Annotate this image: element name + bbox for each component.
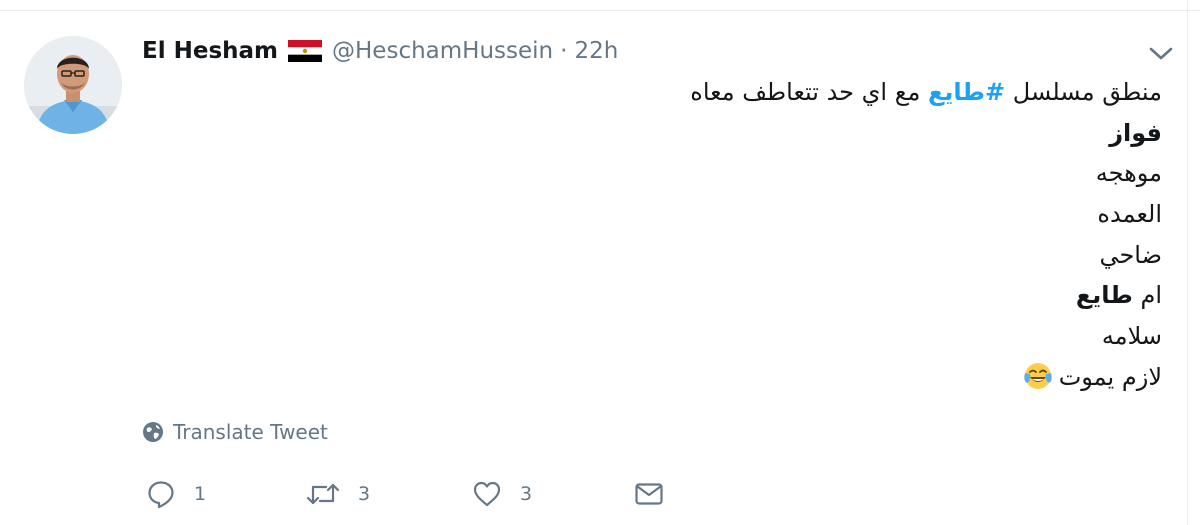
text-segment: ام: [1132, 281, 1162, 310]
face-with-tears-of-joy-icon: [1024, 362, 1052, 389]
heart-icon: [473, 481, 501, 507]
egypt-flag-icon: [288, 40, 323, 62]
globe-icon: [143, 422, 163, 442]
text-segment: مع اي حد تتعاطف معاه: [690, 78, 928, 106]
envelope-icon: [635, 483, 663, 505]
text-segment: منطق مسلسل: [1005, 78, 1162, 106]
chevron-down-icon[interactable]: [1148, 40, 1174, 66]
tweet-text: منطق مسلسل #طايع مع اي حد تتعاطف معاه فو…: [602, 72, 1162, 398]
tweet-header: El Hesham @HeschamHussein · 22h: [142, 34, 618, 68]
tweet-card[interactable]: El Hesham @HeschamHussein · 22h منطق مسل…: [0, 0, 1200, 525]
reply-count: 1: [194, 483, 207, 505]
reply-icon: [148, 481, 174, 509]
divider: [0, 10, 1200, 11]
tweet-line: منطق مسلسل #طايع مع اي حد تتعاطف معاه: [602, 72, 1162, 113]
tweet-line: ام طايع: [602, 275, 1162, 316]
avatar[interactable]: [24, 36, 122, 134]
tweet-line: موهجه: [1095, 159, 1162, 188]
divider: [1187, 0, 1188, 525]
separator-dot: ·: [560, 38, 568, 64]
translate-label: Translate Tweet: [173, 420, 328, 444]
retweet-icon: [306, 483, 340, 505]
tweet-line: العمده: [1097, 200, 1162, 229]
display-name[interactable]: El Hesham: [142, 38, 278, 64]
tweet-line: ضاحي: [1099, 240, 1162, 269]
text-segment: لازم يموت: [1058, 362, 1162, 391]
tweet-line: فواز: [1109, 118, 1162, 147]
translate-tweet-link[interactable]: Translate Tweet: [142, 418, 328, 446]
tweet-line: لازم يموت: [602, 357, 1162, 398]
avatar-photo: [24, 36, 122, 134]
reply-button[interactable]: 1: [146, 474, 206, 514]
user-handle[interactable]: @HeschamHussein: [332, 38, 553, 64]
like-count: 3: [520, 483, 533, 505]
retweet-button[interactable]: 3: [306, 474, 370, 514]
like-button[interactable]: 3: [472, 474, 532, 514]
retweet-count: 3: [358, 483, 371, 505]
direct-message-button[interactable]: [634, 474, 664, 514]
tweet-line: سلامه: [1101, 322, 1162, 351]
bold-text: طايع: [1075, 281, 1133, 310]
hashtag-link[interactable]: #طايع: [928, 78, 1005, 106]
timestamp[interactable]: 22h: [574, 38, 618, 64]
